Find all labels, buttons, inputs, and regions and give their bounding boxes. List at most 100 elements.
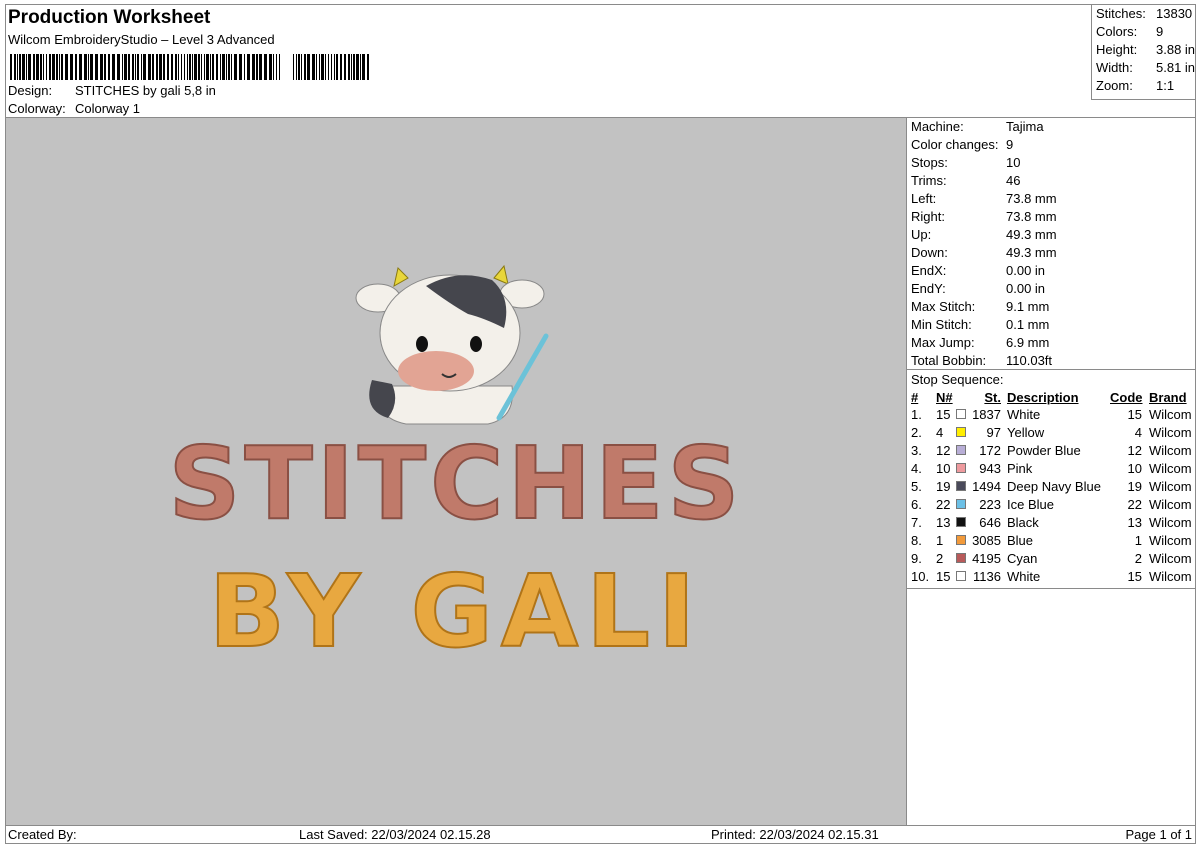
needle-number: 15	[936, 407, 951, 422]
property-label: Max Stitch:	[911, 299, 976, 314]
col-header-brand: Brand	[1149, 390, 1187, 405]
property-value: 46	[1006, 173, 1021, 188]
cow-illustration	[355, 264, 549, 425]
stop-index: 8.	[911, 533, 922, 548]
stop-index: 4.	[911, 461, 922, 476]
property-row: Max Jump: 6.9 mm	[911, 335, 1049, 350]
thread-description: White	[1007, 569, 1041, 584]
height-label: Height:	[1096, 42, 1138, 57]
colors-label: Colors:	[1096, 24, 1138, 39]
stop-index: 2.	[911, 425, 922, 440]
stop-index: 5.	[911, 479, 922, 494]
stitch-count: 223	[979, 497, 1001, 512]
property-row: Down: 49.3 mm	[911, 245, 1057, 260]
cow-body	[377, 385, 513, 425]
thread-brand: Wilcom	[1149, 443, 1192, 458]
height-value: 3.88 in	[1156, 42, 1196, 57]
printed-date: Printed: 22/03/2024 02.15.31	[711, 827, 879, 842]
thread-description: Pink	[1007, 461, 1033, 476]
property-row: Trims: 46	[911, 173, 1020, 188]
property-value: 0.00 in	[1006, 281, 1046, 296]
summary-box: Stitches: 13830 Colors: 9 Height: 3.88 in W…	[1091, 4, 1196, 100]
stitch-count: 1837	[972, 407, 1001, 422]
design-preview: STITCHES BY GALI	[6, 118, 907, 826]
colorway-value: Colorway 1	[75, 101, 141, 116]
design-row: Design: STITCHES by gali 5,8 in	[8, 83, 216, 98]
zoom-label: Zoom:	[1096, 78, 1133, 93]
stop-index: 6.	[911, 497, 922, 512]
worksheet-header: Production Worksheet Wilcom EmbroiderySt…	[5, 4, 1091, 118]
thread-brand: Wilcom	[1149, 551, 1192, 566]
property-value: 110.03ft	[1006, 353, 1053, 368]
col-header-stitches: St.	[984, 390, 1001, 405]
thread-description: Blue	[1007, 533, 1034, 548]
width-value: 5.81 in	[1156, 60, 1196, 75]
needle-number: 19	[936, 479, 951, 494]
needle-number: 22	[936, 497, 951, 512]
thread-description: Ice Blue	[1007, 497, 1054, 512]
thread-code: 13	[1127, 515, 1142, 530]
property-row: Max Stitch: 9.1 mm	[911, 299, 1049, 314]
zoom-value: 1:1	[1156, 78, 1175, 93]
stop-index: 3.	[911, 443, 922, 458]
needle-number: 13	[936, 515, 951, 530]
property-row: EndY: 0.00 in	[911, 281, 1045, 296]
stitch-count: 4195	[972, 551, 1001, 566]
property-label: Up:	[911, 227, 932, 242]
thread-code: 10	[1127, 461, 1142, 476]
thread-brand: Wilcom	[1149, 533, 1192, 548]
property-value: 10	[1006, 155, 1021, 170]
property-label: Color changes:	[911, 137, 999, 152]
eye-left-icon	[416, 336, 428, 352]
stitches-row: Stitches: 13830	[1096, 6, 1192, 21]
property-label: Down:	[911, 245, 948, 260]
thread-description: Cyan	[1007, 551, 1038, 566]
stitch-count: 172	[979, 443, 1001, 458]
design-label: Design:	[8, 83, 53, 98]
page-title: Production Worksheet	[8, 7, 211, 28]
thread-brand: Wilcom	[1149, 461, 1192, 476]
colorway-row: Colorway: Colorway 1	[8, 101, 140, 116]
needle-number: 2	[936, 551, 944, 566]
needle-number: 4	[936, 425, 944, 440]
property-label: Max Jump:	[911, 335, 975, 350]
property-value: 49.3 mm	[1006, 245, 1057, 260]
stitches-value: 13830	[1156, 6, 1193, 21]
eye-right-icon	[470, 336, 482, 352]
property-row: Right: 73.8 mm	[911, 209, 1057, 224]
width-row: Width: 5.81 in	[1096, 60, 1195, 75]
property-row: Color changes: 9	[911, 137, 1013, 152]
stitch-count: 1494	[972, 479, 1001, 494]
col-header-needle: N#	[936, 390, 953, 405]
stop-index: 7.	[911, 515, 922, 530]
thread-code: 12	[1127, 443, 1142, 458]
thread-brand: Wilcom	[1149, 515, 1192, 530]
property-value: 6.9 mm	[1006, 335, 1050, 350]
cow-body-spot	[369, 380, 396, 418]
last-saved: Last Saved: 22/03/2024 02.15.28	[299, 827, 491, 842]
thread-brand: Wilcom	[1149, 407, 1192, 422]
thread-description: Deep Navy Blue	[1007, 479, 1101, 494]
thread-description: Powder Blue	[1007, 443, 1081, 458]
thread-brand: Wilcom	[1149, 569, 1192, 584]
property-label: Trims:	[911, 173, 947, 188]
property-value: 9	[1006, 137, 1014, 152]
software-name: Wilcom EmbroideryStudio – Level 3 Advanc…	[8, 32, 275, 47]
property-label: Left:	[911, 191, 937, 206]
stitch-count: 3085	[972, 533, 1001, 548]
height-row: Height: 3.88 in	[1096, 42, 1195, 57]
property-label: EndX:	[911, 263, 947, 278]
design-preview-svg: STITCHES BY GALI	[167, 264, 741, 671]
properties-divider	[907, 369, 1195, 370]
property-row: Up: 49.3 mm	[911, 227, 1057, 242]
property-value: 9.1 mm	[1006, 299, 1050, 314]
colors-value: 9	[1156, 24, 1164, 39]
property-value: Tajima	[1006, 119, 1044, 134]
barcode	[10, 54, 369, 80]
col-header-code: Code	[1110, 390, 1143, 405]
col-header-description: Description	[1007, 390, 1079, 405]
property-row: Stops: 10	[911, 155, 1020, 170]
property-row: Min Stitch: 0.1 mm	[911, 317, 1049, 332]
property-row: Left: 73.8 mm	[911, 191, 1057, 206]
stop-sequence-title: Stop Sequence:	[911, 372, 1004, 387]
